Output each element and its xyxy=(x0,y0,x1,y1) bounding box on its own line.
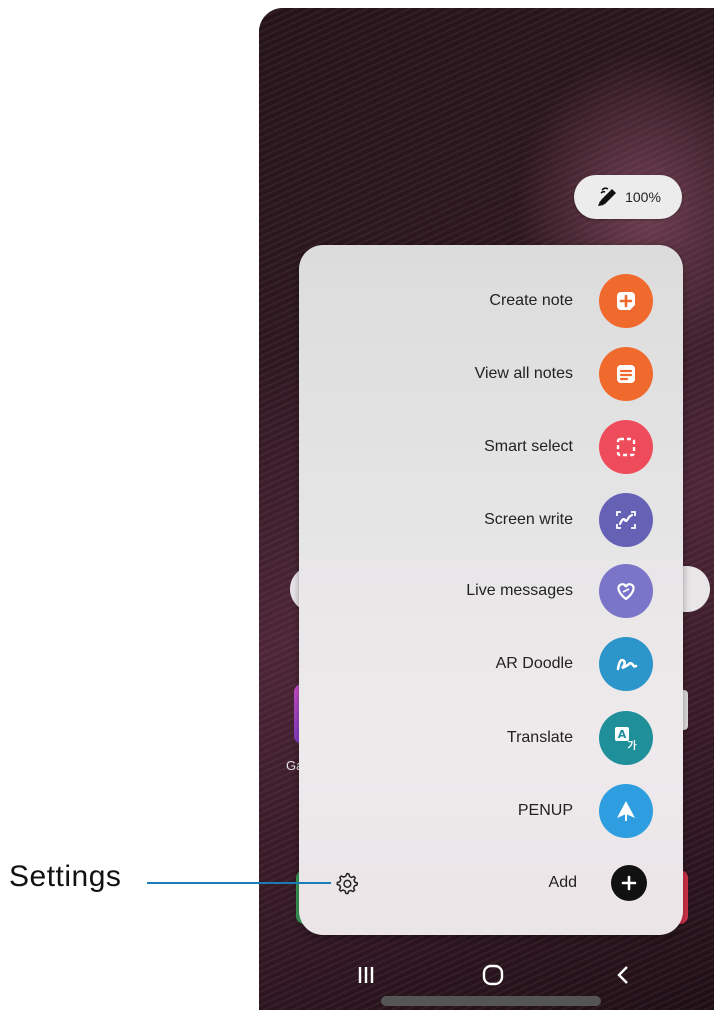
penup-icon xyxy=(599,784,653,838)
settings-button[interactable] xyxy=(333,869,361,897)
pen-battery-indicator: 100% xyxy=(574,175,682,219)
add-label: Add xyxy=(548,874,577,891)
air-command-panel: Create note View all notes Smart select … xyxy=(299,245,683,935)
menu-item-smart-select[interactable]: Smart select xyxy=(484,419,653,475)
back-button[interactable] xyxy=(611,960,637,990)
menu-item-screen-write[interactable]: Screen write xyxy=(484,492,653,548)
menu-item-live-messages[interactable]: Live messages xyxy=(466,563,653,619)
ar-doodle-icon xyxy=(599,637,653,691)
menu-item-create-note[interactable]: Create note xyxy=(489,273,653,329)
svg-text:A: A xyxy=(618,728,627,741)
menu-item-label: PENUP xyxy=(517,802,573,819)
menu-item-ar-doodle[interactable]: AR Doodle xyxy=(496,636,653,692)
recents-icon xyxy=(358,967,374,983)
menu-item-penup[interactable]: PENUP xyxy=(518,783,653,839)
menu-item-label: Live messages xyxy=(466,582,573,599)
menu-item-label: Screen write xyxy=(484,511,573,528)
notes-list-icon xyxy=(599,347,653,401)
back-icon xyxy=(617,966,628,984)
smart-select-icon xyxy=(599,420,653,474)
pen-battery-level: 100% xyxy=(625,189,661,205)
screen-write-icon xyxy=(599,493,653,547)
recents-button[interactable] xyxy=(353,960,379,990)
settings-callout-label: Settings xyxy=(9,860,122,893)
home-icon xyxy=(482,964,504,986)
menu-item-label: Create note xyxy=(489,292,573,309)
menu-item-label: Smart select xyxy=(484,438,573,455)
translate-icon: A가 xyxy=(599,711,653,765)
heart-icon xyxy=(599,564,653,618)
navigation-bar xyxy=(259,948,714,1006)
menu-item-label: View all notes xyxy=(474,365,573,382)
add-shortcut-row[interactable]: Add xyxy=(549,865,647,901)
gesture-handle xyxy=(381,996,601,1006)
create-note-icon xyxy=(599,274,653,328)
plus-icon xyxy=(611,865,647,901)
svg-text:가: 가 xyxy=(627,739,637,752)
home-button[interactable] xyxy=(480,960,506,990)
gear-icon xyxy=(336,872,359,895)
menu-item-translate[interactable]: Translate A가 xyxy=(507,710,653,766)
s-pen-icon xyxy=(598,187,617,206)
settings-callout-line xyxy=(147,882,331,884)
menu-item-label: AR Doodle xyxy=(495,655,573,672)
menu-item-view-all-notes[interactable]: View all notes xyxy=(475,346,653,402)
menu-item-label: Translate xyxy=(506,729,573,746)
